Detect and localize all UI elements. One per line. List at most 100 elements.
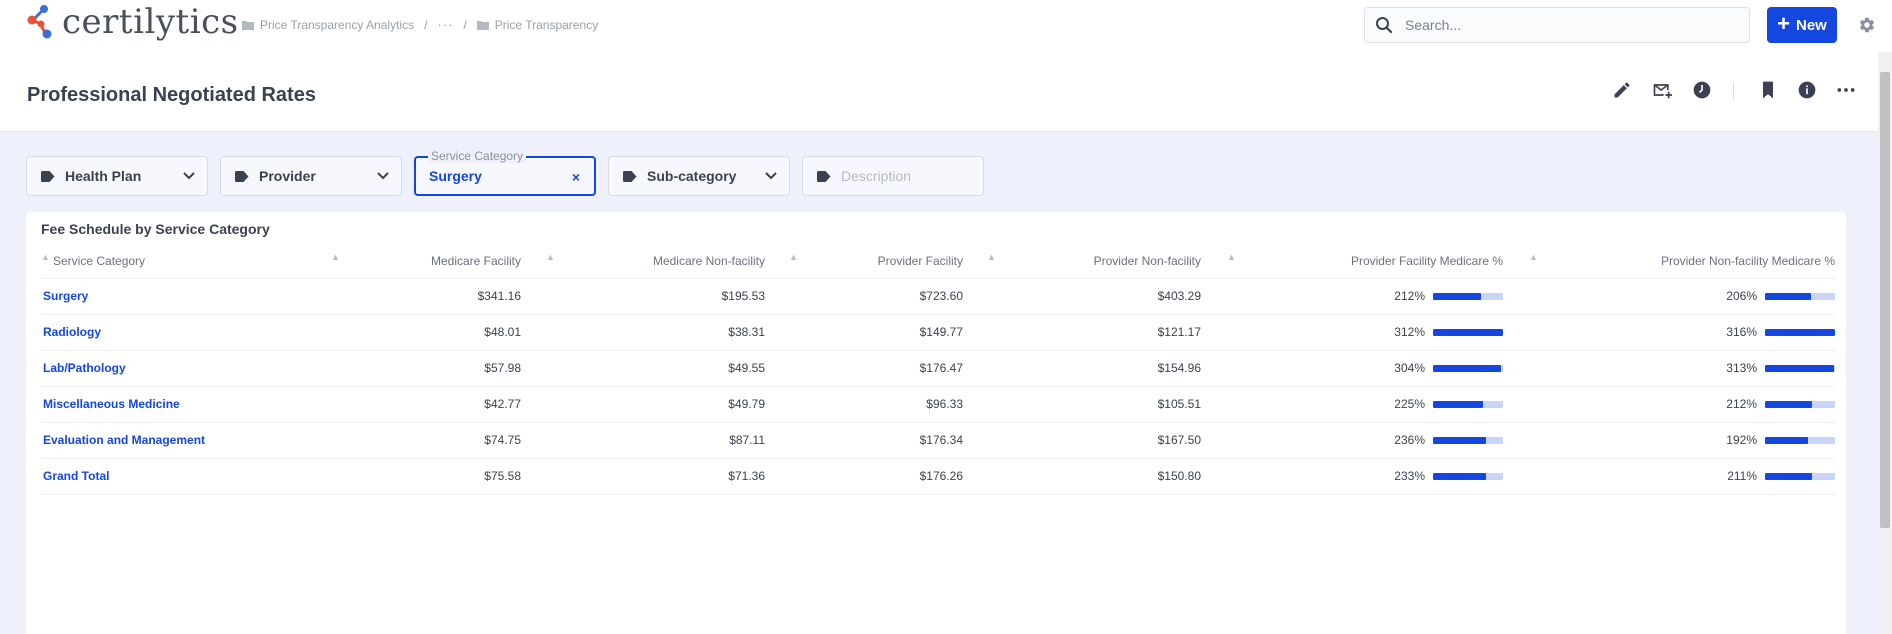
search-input[interactable] (1405, 17, 1725, 33)
column-header-service-category[interactable]: ▲ Service Category (41, 244, 331, 279)
table-body: Surgery $341.16 $195.53 $723.60 $403.29 212% 2… (41, 278, 1835, 495)
breadcrumb-ellipsis[interactable]: ··· (437, 17, 453, 32)
pf-medicare-pct-cell: 304% (1201, 350, 1503, 387)
pct-display: 312% (1201, 325, 1503, 339)
pencil-icon[interactable] (1612, 80, 1632, 100)
service-category-link[interactable]: Evaluation and Management (41, 422, 331, 459)
chevron-down-icon (377, 172, 389, 180)
medicare-nonfacility-cell: $87.11 (521, 422, 765, 459)
provider-nonfacility-cell: $150.80 (963, 458, 1201, 495)
fee-schedule-card: Fee Schedule by Service Category ▲ Servi… (26, 212, 1846, 634)
sort-icon: ▲ (789, 252, 798, 262)
pnf-medicare-pct-cell: 192% (1503, 422, 1835, 459)
service-category-link[interactable]: Miscellaneous Medicine (41, 386, 331, 423)
tag-icon (235, 170, 249, 182)
scrollbar-thumb[interactable] (1880, 72, 1890, 528)
medicare-facility-cell: $74.75 (331, 422, 521, 459)
title-row: Professional Negotiated Rates (0, 50, 1878, 132)
pct-bar-fill (1765, 364, 1835, 372)
table-row: Lab/Pathology $57.98 $49.55 $176.47 $154.96 3… (41, 350, 1835, 387)
pct-bar-fill (1765, 436, 1808, 444)
service-category-link[interactable]: Surgery (41, 278, 331, 315)
pf-medicare-pct-cell: 236% (1201, 422, 1503, 459)
pf-medicare-pct-cell: 212% (1201, 278, 1503, 315)
provider-facility-cell: $176.47 (765, 350, 963, 387)
new-button[interactable]: + New (1767, 7, 1837, 43)
page-scrollbar[interactable] (1878, 52, 1892, 634)
breadcrumb-separator: / (424, 17, 428, 32)
chevron-down-icon (183, 172, 195, 180)
pf-medicare-pct-cell: 233% (1201, 458, 1503, 495)
column-header-provider-nonfacility[interactable]: ▲ Provider Non-facility (963, 244, 1201, 279)
pct-value: 212% (1726, 397, 1757, 411)
provider-nonfacility-cell: $403.29 (963, 278, 1201, 315)
pct-bar (1765, 328, 1835, 336)
more-horizontal-icon[interactable] (1836, 80, 1856, 100)
description-filter[interactable]: Description (802, 156, 984, 196)
pct-value: 212% (1394, 289, 1425, 303)
pf-medicare-pct-cell: 312% (1201, 314, 1503, 351)
pct-value: 192% (1726, 433, 1757, 447)
table-row: Grand Total $75.58 $71.36 $176.26 $150.80 233… (41, 458, 1835, 495)
clear-icon[interactable]: × (572, 169, 580, 185)
toolbar-divider (1733, 82, 1734, 100)
provider-facility-cell: $96.33 (765, 386, 963, 423)
search-box[interactable] (1364, 7, 1750, 43)
breadcrumb-label: Price Transparency Analytics (260, 17, 415, 32)
pct-display: 313% (1503, 361, 1835, 375)
pct-bar (1433, 472, 1503, 480)
breadcrumb-item-analytics[interactable]: Price Transparency Analytics (242, 18, 414, 32)
sub-category-filter[interactable]: Sub-category (608, 156, 790, 196)
table-row: Evaluation and Management $74.75 $87.11 $17… (41, 422, 1835, 459)
service-category-link[interactable]: Grand Total (41, 458, 331, 495)
pct-bar-fill (1765, 400, 1812, 408)
gear-icon[interactable] (1858, 16, 1876, 34)
provider-filter[interactable]: Provider (220, 156, 402, 196)
pct-bar-fill (1433, 400, 1484, 408)
provider-nonfacility-cell: $154.96 (963, 350, 1201, 387)
bookmark-icon[interactable] (1758, 80, 1778, 100)
pct-bar-fill (1433, 364, 1501, 372)
pct-display: 236% (1201, 433, 1503, 447)
column-header-medicare-nonfacility[interactable]: ▲ Medicare Non-facility (521, 244, 765, 279)
pct-bar-fill (1433, 292, 1481, 300)
new-button-label: New (1796, 16, 1827, 34)
email-add-icon[interactable] (1652, 80, 1672, 100)
search-icon (1376, 17, 1393, 34)
service-category-filter[interactable]: Service Category Surgery × (414, 149, 596, 196)
tag-icon (817, 170, 831, 182)
service-category-link[interactable]: Lab/Pathology (41, 350, 331, 387)
pct-display: 206% (1503, 289, 1835, 303)
pct-value: 304% (1394, 361, 1425, 375)
logo-icon (27, 5, 52, 39)
provider-nonfacility-cell: $121.17 (963, 314, 1201, 351)
pct-display: 212% (1503, 397, 1835, 411)
service-category-link[interactable]: Radiology (41, 314, 331, 351)
medicare-nonfacility-cell: $49.79 (521, 386, 765, 423)
breadcrumb-item-price-transparency[interactable]: Price Transparency (476, 18, 598, 32)
pct-value: 236% (1394, 433, 1425, 447)
description-placeholder: Description (841, 168, 912, 184)
pct-bar-fill (1433, 472, 1486, 480)
breadcrumb: Price Transparency Analytics / ··· / Pri… (242, 17, 598, 32)
column-header-medicare-facility[interactable]: ▲ Medicare Facility (331, 244, 521, 279)
column-header-provider-facility[interactable]: ▲ Provider Facility (765, 244, 963, 279)
clock-icon[interactable] (1692, 80, 1712, 100)
logo[interactable]: certilytics (24, 4, 239, 40)
pnf-medicare-pct-cell: 206% (1503, 278, 1835, 315)
pct-value: 211% (1727, 469, 1757, 483)
medicare-facility-cell: $75.58 (331, 458, 521, 495)
column-header-pnf-medicare-pct[interactable]: ▲ Provider Non-facility Medicare % (1503, 244, 1835, 279)
info-icon[interactable] (1797, 80, 1817, 100)
medicare-nonfacility-cell: $195.53 (521, 278, 765, 315)
pct-display: 212% (1201, 289, 1503, 303)
sort-icon: ▲ (1529, 252, 1538, 262)
column-header-pf-medicare-pct[interactable]: ▲ Provider Facility Medicare % (1201, 244, 1503, 279)
pct-value: 312% (1394, 325, 1425, 339)
pnf-medicare-pct-cell: 211% (1503, 458, 1835, 495)
pct-value: 225% (1394, 397, 1425, 411)
provider-facility-cell: $723.60 (765, 278, 963, 315)
tag-icon (41, 170, 55, 182)
medicare-facility-cell: $48.01 (331, 314, 521, 351)
health-plan-filter[interactable]: Health Plan (26, 156, 208, 196)
